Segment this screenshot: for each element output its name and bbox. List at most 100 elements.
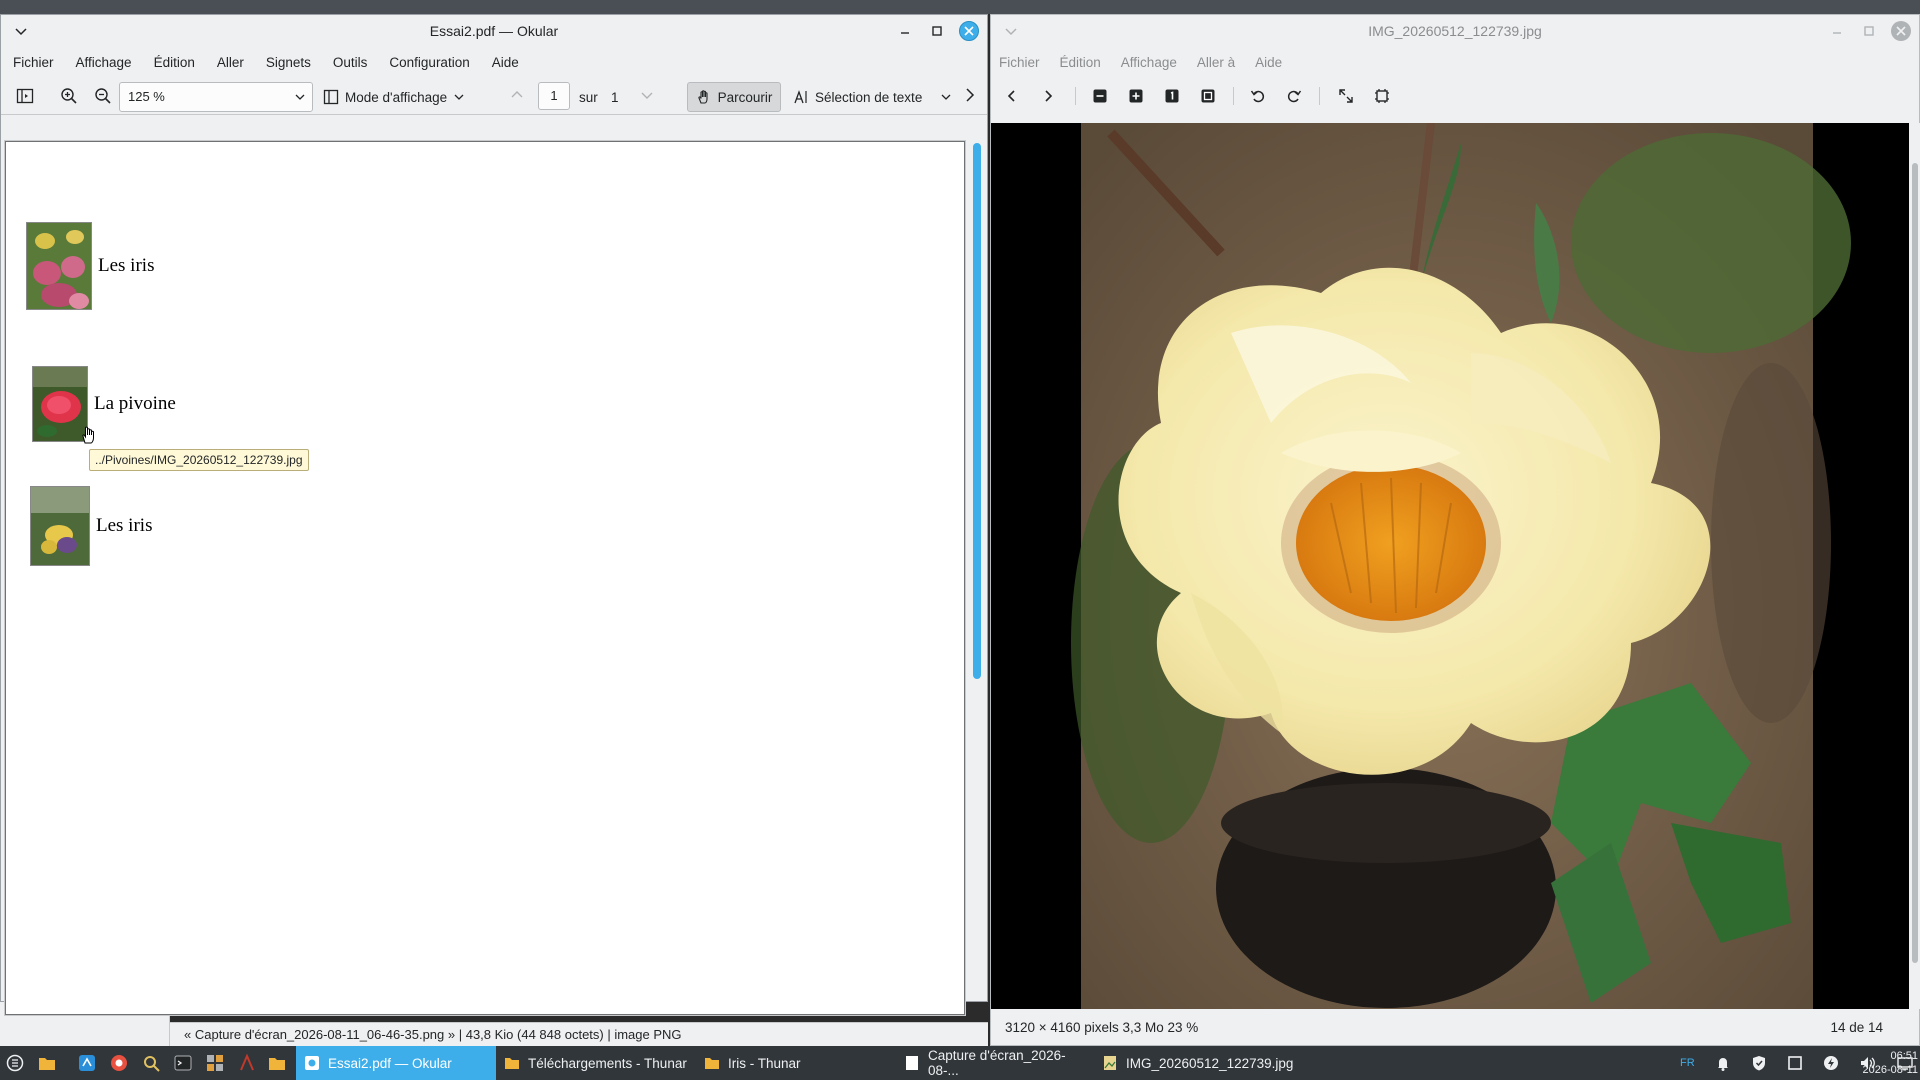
iris-pink-thumbnail[interactable]	[26, 222, 92, 310]
zoom-out-icon	[95, 88, 111, 104]
zoom-select[interactable]: 125 %	[119, 82, 313, 112]
menu-outils[interactable]: Outils	[333, 55, 368, 70]
zoom-in-button[interactable]	[1125, 85, 1147, 107]
image-canvas[interactable]	[991, 123, 1909, 1009]
clipboard-icon[interactable]	[1787, 1055, 1803, 1071]
folder-launcher-icon[interactable]	[268, 1054, 286, 1072]
browse-label: Parcourir	[717, 89, 773, 105]
rotate-left-icon	[1250, 90, 1265, 103]
image-settings-button[interactable]	[1371, 85, 1393, 107]
minimize-button[interactable]	[1827, 21, 1847, 41]
next-page-icon[interactable]	[639, 87, 655, 103]
menu-aller[interactable]: Aller	[217, 55, 244, 70]
zoom-out-button[interactable]	[89, 82, 117, 110]
viewer-titlebar[interactable]: IMG_20260512_122739.jpg	[991, 15, 1919, 47]
security-shield-icon[interactable]	[1751, 1055, 1767, 1071]
chevron-down-icon	[294, 83, 306, 121]
okular-titlebar[interactable]: Essai2.pdf — Okular	[1, 15, 987, 47]
browse-tool-button[interactable]: Parcourir	[687, 82, 781, 112]
task-thunar-downloads[interactable]: Téléchargements - Thunar	[496, 1046, 696, 1080]
view-mode-button[interactable]: Mode d'affichage	[323, 82, 465, 112]
minimize-button[interactable]	[895, 21, 915, 41]
previous-image-button[interactable]	[1001, 85, 1023, 107]
maximize-icon	[932, 26, 942, 36]
iris-yellow-thumbnail[interactable]	[30, 486, 90, 566]
sidebar-toggle-button[interactable]	[11, 82, 39, 110]
text-selection-tool-button[interactable]: Sélection de texte	[793, 82, 952, 112]
rotate-left-button[interactable]	[1247, 85, 1269, 107]
okular-app-icon	[305, 1056, 319, 1070]
fullscreen-button[interactable]	[1335, 85, 1357, 107]
menu-aide[interactable]: Aide	[492, 55, 519, 70]
notifications-bell-icon[interactable]	[1715, 1055, 1731, 1071]
toolbar-separator	[1233, 87, 1234, 105]
menu-configuration[interactable]: Configuration	[389, 55, 469, 70]
maximize-button[interactable]	[1859, 21, 1879, 41]
peony-photo	[1071, 123, 1851, 1009]
toolbar-overflow-chevron-icon[interactable]	[963, 87, 977, 103]
menu-signets[interactable]: Signets	[266, 55, 311, 70]
menu-aide[interactable]: Aide	[1255, 55, 1282, 70]
minimize-icon	[1833, 32, 1841, 34]
menu-fichier[interactable]: Fichier	[13, 55, 54, 70]
fullscreen-icon	[1339, 89, 1353, 103]
view-mode-icon	[323, 89, 339, 105]
okular-menubar: Fichier Affichage Édition Aller Signets …	[1, 47, 987, 77]
clock[interactable]: 06:51 2026-08-11	[1863, 1049, 1918, 1077]
app-launcher-icon[interactable]	[110, 1054, 128, 1072]
taskbar: Essai2.pdf — Okular Téléchargements - Th…	[0, 1046, 1920, 1080]
peony-red-thumbnail[interactable]	[32, 366, 88, 442]
close-button[interactable]	[1891, 21, 1911, 41]
page-number-input[interactable]: 1	[538, 82, 570, 110]
next-image-button[interactable]	[1037, 85, 1059, 107]
zoom-value: 125 %	[128, 89, 165, 104]
desktop-background	[0, 0, 1920, 14]
viewer-status-bar: 3120 × 4160 pixels 3,3 Mo 23 % 14 de 14	[991, 1009, 1919, 1047]
actual-size-button[interactable]	[1161, 85, 1183, 107]
keyboard-layout-indicator[interactable]: FR	[1680, 1057, 1695, 1069]
task-screenshot[interactable]: Capture d'écran_2026-08-...	[896, 1046, 1096, 1080]
fit-window-button[interactable]	[1197, 85, 1219, 107]
viewer-vertical-scrollbar[interactable]	[1909, 123, 1920, 1009]
list-item: Les iris	[30, 486, 152, 566]
pdf-launcher-icon[interactable]	[238, 1054, 256, 1072]
menu-edition[interactable]: Édition	[154, 55, 195, 70]
task-label: Téléchargements - Thunar	[528, 1055, 687, 1071]
image-position: 14 de 14	[1830, 1020, 1883, 1035]
close-icon	[1896, 26, 1906, 36]
rotate-right-button[interactable]	[1283, 85, 1305, 107]
zoom-out-icon	[1093, 89, 1107, 103]
file-manager-launcher-icon[interactable]	[38, 1054, 56, 1072]
scrollbar-thumb[interactable]	[1912, 163, 1918, 963]
task-label: Iris - Thunar	[728, 1055, 801, 1071]
settings-launcher-icon[interactable]	[206, 1054, 224, 1072]
browser-launcher-icon[interactable]	[78, 1054, 96, 1072]
menu-aller-a[interactable]: Aller à	[1197, 55, 1235, 70]
toolbar-separator	[1319, 87, 1320, 105]
task-image-viewer[interactable]: IMG_20260512_122739.jpg	[1094, 1046, 1314, 1080]
viewer-menubar: Fichier Édition Affichage Aller à Aide	[991, 47, 1919, 77]
terminal-launcher-icon[interactable]	[174, 1054, 192, 1072]
power-management-icon[interactable]	[1823, 1055, 1839, 1071]
chevron-down-icon	[454, 94, 464, 100]
close-button[interactable]	[959, 21, 979, 41]
vertical-scrollbar[interactable]	[973, 143, 981, 679]
search-launcher-icon[interactable]	[142, 1054, 160, 1072]
zoom-in-button[interactable]	[55, 82, 83, 110]
entry-label: Les iris	[98, 255, 155, 276]
zoom-out-button[interactable]	[1089, 85, 1111, 107]
task-okular[interactable]: Essai2.pdf — Okular	[296, 1046, 496, 1080]
menu-affichage[interactable]: Affichage	[76, 55, 132, 70]
menu-edition[interactable]: Édition	[1060, 55, 1101, 70]
close-icon	[964, 26, 974, 36]
menu-fichier[interactable]: Fichier	[999, 55, 1040, 70]
task-label: Essai2.pdf — Okular	[328, 1055, 452, 1071]
menu-affichage[interactable]: Affichage	[1121, 55, 1177, 70]
window-title: IMG_20260512_122739.jpg	[1368, 23, 1542, 39]
document-view[interactable]: Les iris La pivoine Les iris	[1, 129, 987, 1015]
maximize-button[interactable]	[927, 21, 947, 41]
zoom-in-icon	[61, 88, 77, 104]
previous-page-icon[interactable]	[509, 87, 525, 103]
task-thunar-iris[interactable]: Iris - Thunar	[696, 1046, 896, 1080]
app-menu-icon[interactable]	[6, 1054, 24, 1072]
